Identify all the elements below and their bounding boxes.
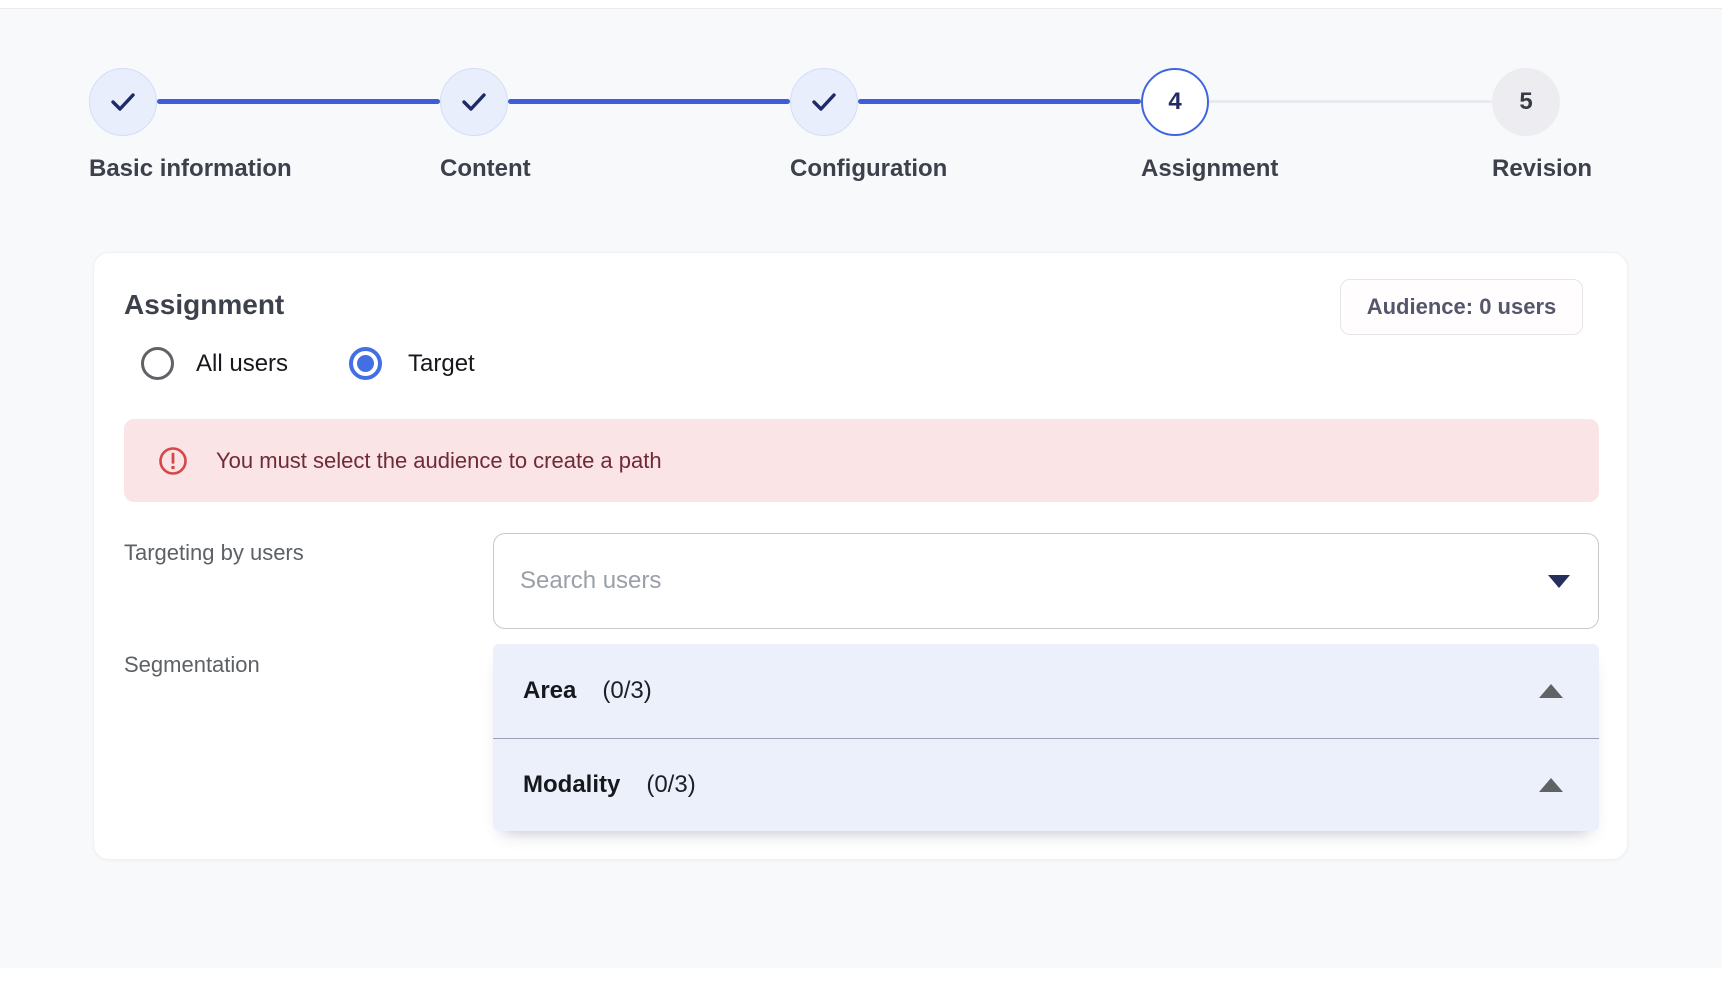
check-icon [106, 85, 140, 119]
exclamation-circle-icon [158, 446, 188, 476]
accordion-title: Area [523, 677, 576, 705]
chevron-up-icon [1539, 778, 1563, 792]
error-alert-text: You must select the audience to create a… [216, 448, 662, 474]
connector-completed [858, 99, 1141, 104]
segmentation-accordion: Area (0/3) Modality (0/3) [493, 644, 1599, 831]
accordion-count: (0/3) [602, 677, 651, 705]
check-icon [807, 85, 841, 119]
accordion-count: (0/3) [646, 771, 695, 799]
step-circle-revision[interactable]: 5 [1492, 68, 1560, 136]
user-search-select[interactable] [493, 533, 1599, 629]
check-icon [457, 85, 491, 119]
accordion-title: Modality [523, 771, 620, 799]
assignment-card: Assignment Audience: 0 users All users T… [93, 252, 1628, 860]
step-label-assignment: Assignment [1141, 155, 1278, 183]
segmentation-label: Segmentation [124, 652, 260, 678]
connector-completed [508, 99, 790, 104]
page: Basic information Content Configuration … [0, 0, 1722, 982]
chevron-up-icon [1539, 684, 1563, 698]
step-label-revision: Revision [1492, 155, 1592, 183]
chevron-down-icon [1548, 575, 1570, 588]
step-circle-assignment[interactable]: 4 [1141, 68, 1209, 136]
step-label-content: Content [440, 155, 531, 183]
step-circle-content[interactable] [440, 68, 508, 136]
accordion-header-area[interactable]: Area (0/3) [493, 644, 1599, 738]
audience-radio-group: All users Target [94, 347, 1627, 381]
radio-all-users-label[interactable]: All users [196, 350, 288, 378]
step-circle-configuration[interactable] [790, 68, 858, 136]
step-number: 4 [1168, 88, 1181, 116]
accordion-header-modality[interactable]: Modality (0/3) [493, 738, 1599, 831]
radio-target-label[interactable]: Target [408, 350, 475, 378]
targeting-by-users-label: Targeting by users [124, 540, 304, 566]
audience-count-badge: Audience: 0 users [1340, 279, 1583, 335]
search-users-input[interactable] [520, 534, 1500, 628]
step-number: 5 [1519, 88, 1532, 116]
card-title: Assignment [124, 289, 284, 321]
radio-target[interactable] [349, 347, 382, 380]
step-label-basic-information: Basic information [89, 155, 292, 183]
error-alert: You must select the audience to create a… [124, 419, 1599, 502]
connector-upcoming [1209, 100, 1492, 103]
step-label-configuration: Configuration [790, 155, 947, 183]
radio-all-users[interactable] [141, 347, 174, 380]
step-circle-basic-information[interactable] [89, 68, 157, 136]
connector-completed [157, 99, 440, 104]
